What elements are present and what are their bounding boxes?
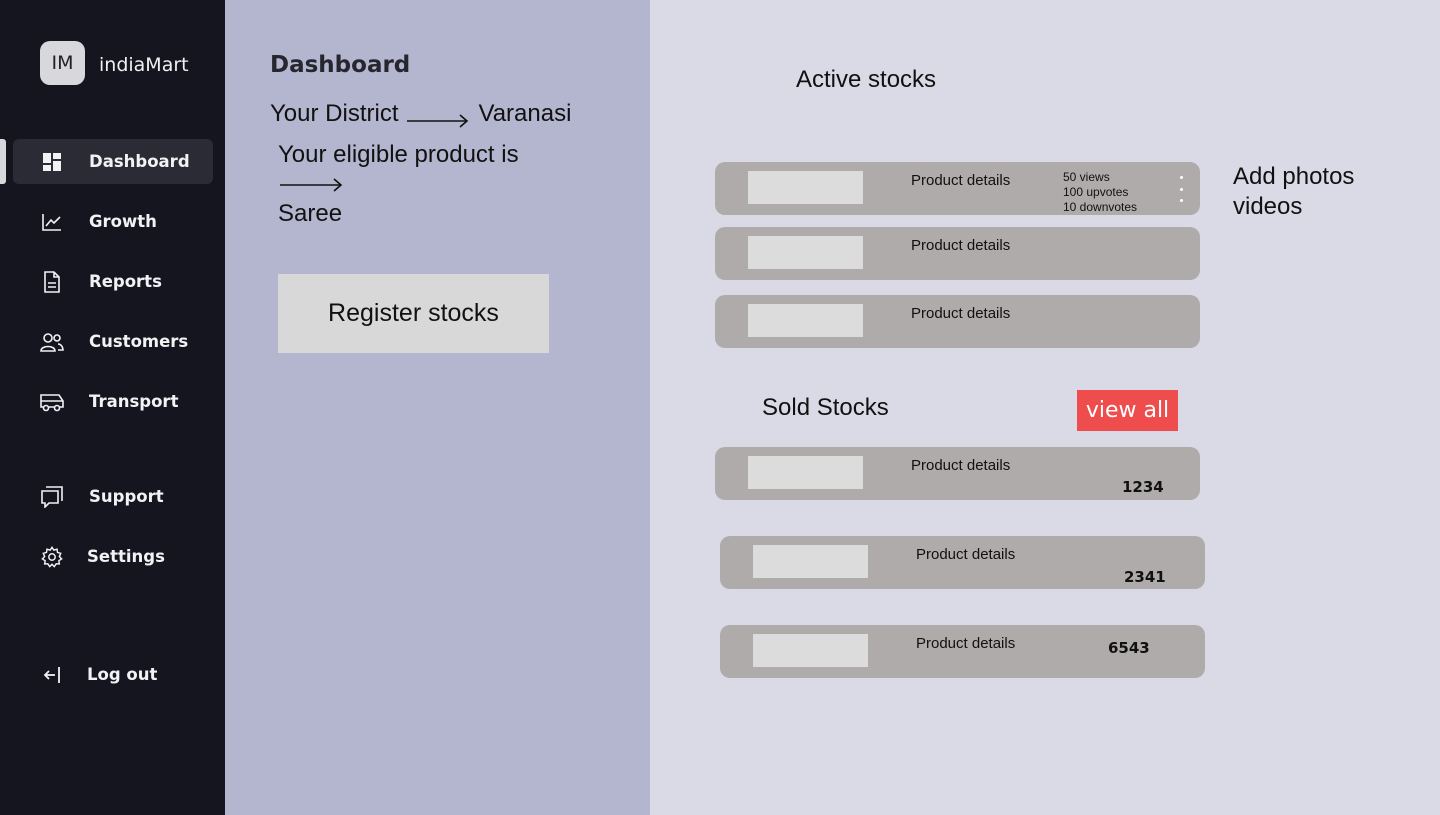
sidebar-item-transport[interactable]: Transport xyxy=(13,379,213,424)
arrow-right-icon xyxy=(407,107,469,128)
active-stock-card[interactable]: Product details xyxy=(715,227,1200,280)
stocks-panel: Active stocks Product details 50 views 1… xyxy=(650,0,1440,815)
logout-icon xyxy=(40,663,64,687)
sold-stock-card[interactable]: Product details 2341 xyxy=(720,536,1205,589)
product-thumbnail[interactable] xyxy=(753,545,868,578)
product-details-label: Product details xyxy=(911,457,1011,474)
sold-stock-card[interactable]: Product details 6543 xyxy=(720,625,1205,678)
product-thumbnail[interactable] xyxy=(748,456,863,489)
view-all-button[interactable]: view all xyxy=(1077,390,1178,431)
sidebar-item-label: Support xyxy=(89,487,164,506)
gear-icon xyxy=(40,545,64,569)
views-count: 50 views xyxy=(1063,170,1110,184)
sidebar-item-label: Growth xyxy=(89,212,157,231)
register-stocks-button[interactable]: Register stocks xyxy=(278,274,549,353)
sidebar-item-logout[interactable]: Log out xyxy=(13,652,213,697)
product-details-label: Product details xyxy=(911,172,1011,189)
sidebar-item-label: Reports xyxy=(89,272,162,291)
more-options-icon[interactable] xyxy=(1178,176,1184,202)
district-value: Varanasi xyxy=(478,100,572,127)
product-details-label: Product details xyxy=(916,635,1016,652)
sidebar-item-label: Settings xyxy=(87,547,165,566)
active-stocks-title: Active stocks xyxy=(796,66,937,93)
sidebar-item-customers[interactable]: Customers xyxy=(13,319,213,364)
upvotes-count: 100 upvotes xyxy=(1063,185,1129,199)
sold-stocks-title: Sold Stocks xyxy=(762,394,889,421)
page-title: Dashboard xyxy=(270,52,411,78)
product-details-label: Product details xyxy=(911,305,1011,322)
chat-icon xyxy=(40,485,64,509)
sidebar-item-reports[interactable]: Reports xyxy=(13,259,213,304)
product-details-label: Product details xyxy=(911,237,1011,254)
product-thumbnail[interactable] xyxy=(753,634,868,667)
eligible-label: Your eligible product is xyxy=(278,141,519,168)
brand-logo[interactable]: IM xyxy=(40,41,85,85)
add-photos-videos-link[interactable]: Add photos videos xyxy=(1233,162,1403,222)
growth-chart-icon xyxy=(40,210,64,234)
product-thumbnail[interactable] xyxy=(748,304,863,337)
sidebar-item-label: Transport xyxy=(89,392,179,411)
dashboard-icon xyxy=(40,150,64,174)
sidebar-item-label: Customers xyxy=(89,332,189,351)
sidebar-item-support[interactable]: Support xyxy=(13,474,213,519)
bus-icon xyxy=(40,390,64,414)
dashboard-panel: Dashboard Your District Varanasi Your el… xyxy=(225,0,650,815)
sidebar-item-settings[interactable]: Settings xyxy=(13,534,213,579)
product-thumbnail[interactable] xyxy=(748,236,863,269)
active-stock-card[interactable]: Product details xyxy=(715,295,1200,348)
district-label: Your District xyxy=(270,100,399,127)
brand-name: indiaMart xyxy=(99,54,189,76)
sidebar-item-dashboard[interactable]: Dashboard xyxy=(0,139,213,184)
district-row: Your District Varanasi xyxy=(270,100,571,128)
product-details-label: Product details xyxy=(916,546,1016,563)
arrow-right-icon xyxy=(280,177,343,198)
eligible-product-value: Saree xyxy=(278,200,343,227)
product-thumbnail[interactable] xyxy=(748,171,863,204)
sold-amount: 2341 xyxy=(1124,568,1166,586)
sold-stock-card[interactable]: Product details 1234 xyxy=(715,447,1200,500)
sidebar-item-label: Dashboard xyxy=(89,152,190,171)
sold-amount: 6543 xyxy=(1108,639,1150,657)
sidebar-item-label: Log out xyxy=(87,665,158,684)
users-icon xyxy=(40,330,64,354)
downvotes-count: 10 downvotes xyxy=(1063,200,1138,214)
document-icon xyxy=(40,270,64,294)
sidebar: IM indiaMart Dashboard Growth Reports Cu… xyxy=(0,0,225,815)
active-stock-card[interactable]: Product details 50 views 100 upvotes 10 … xyxy=(715,162,1200,215)
sold-amount: 1234 xyxy=(1122,478,1164,496)
sidebar-item-growth[interactable]: Growth xyxy=(13,199,213,244)
product-stats: 50 views 100 upvotes 10 downvotes xyxy=(1063,170,1137,215)
